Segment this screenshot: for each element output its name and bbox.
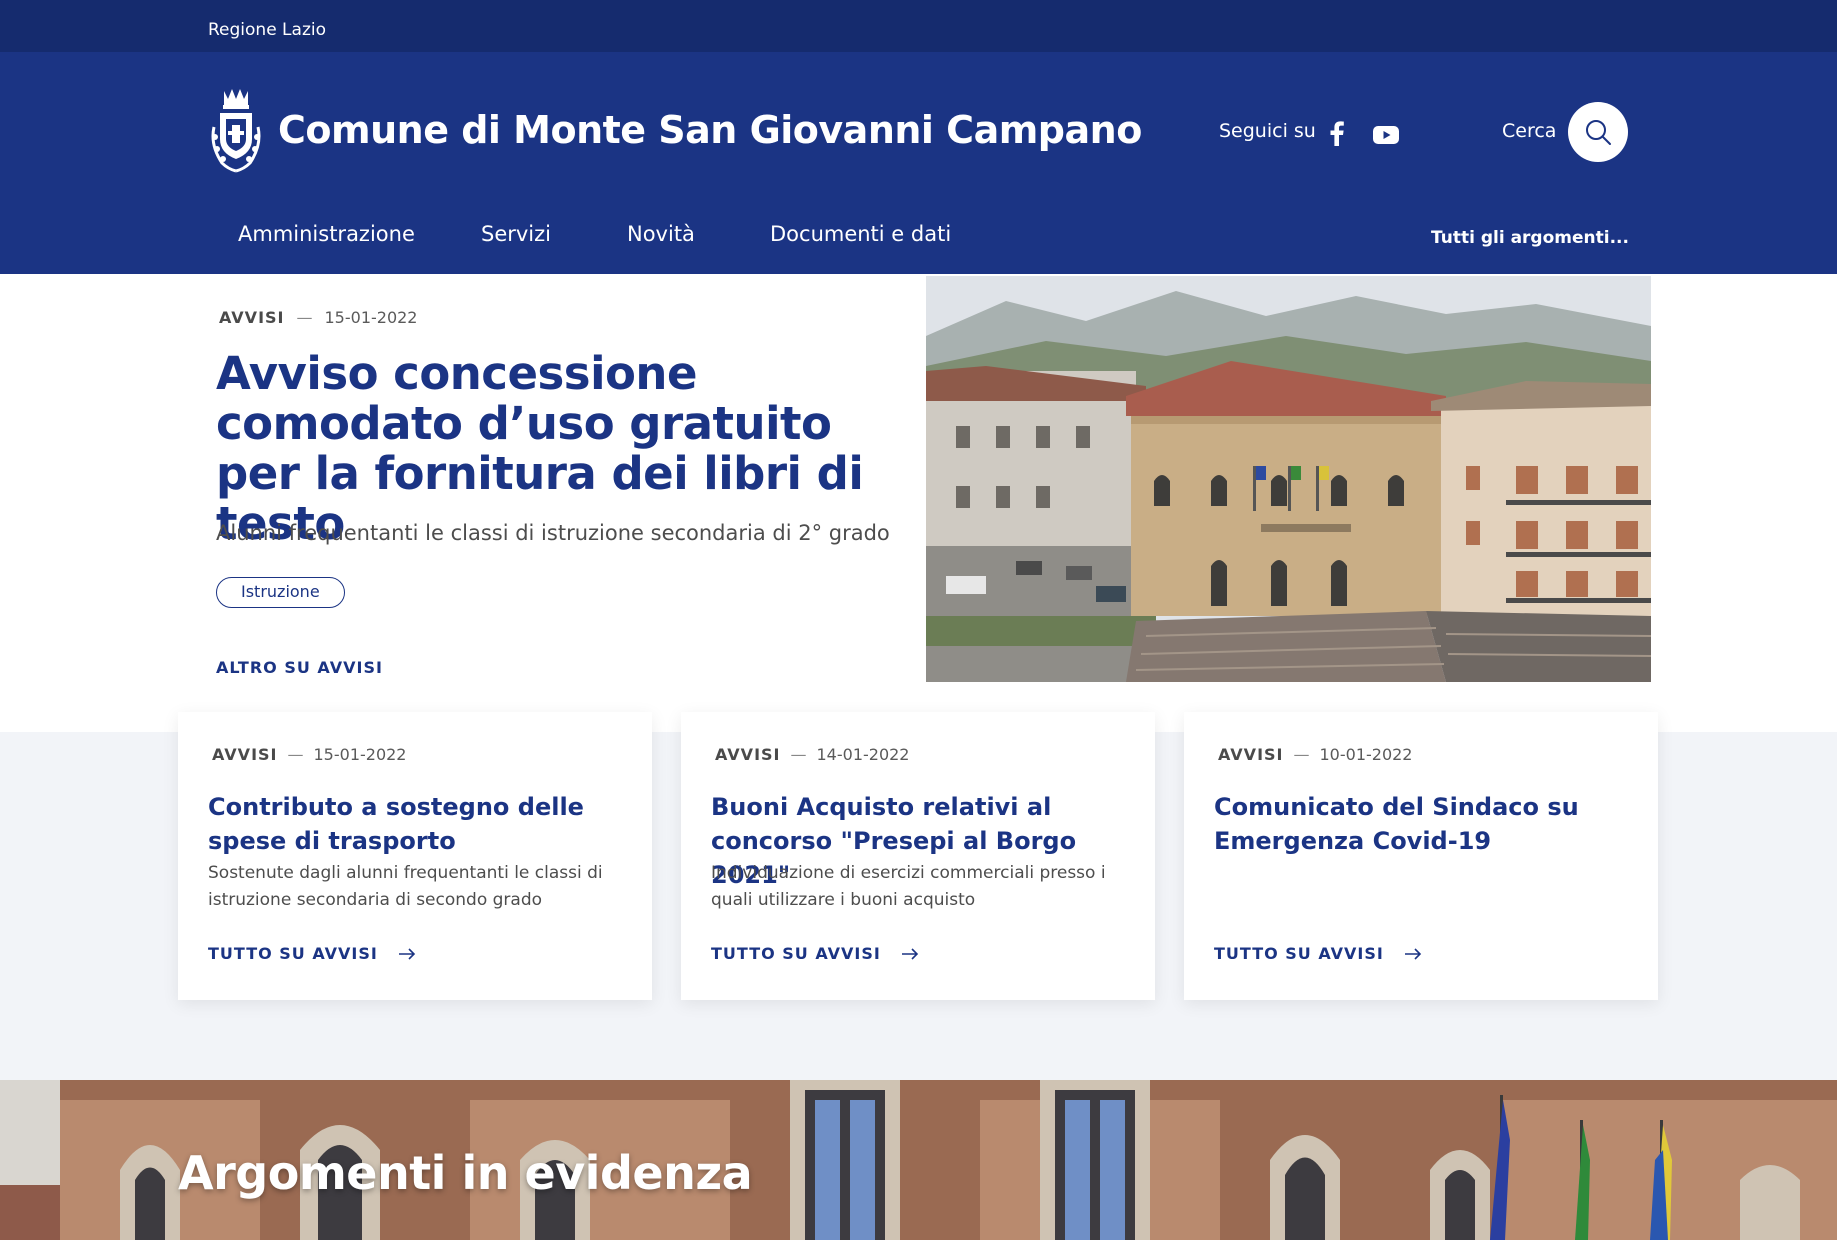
card-dash: —	[287, 745, 304, 764]
card-meta: AVVISI — 15-01-2022	[212, 745, 406, 764]
topic-chip-istruzione[interactable]: Istruzione	[216, 577, 345, 608]
hero-dash: —	[296, 308, 313, 327]
nav-item-amministrazione[interactable]: Amministrazione	[238, 222, 415, 246]
region-link[interactable]: Regione Lazio	[208, 20, 326, 40]
news-card[interactable]: AVVISI — 15-01-2022 Contributo a sostegno …	[178, 712, 652, 1000]
hero-category: AVVISI	[219, 308, 285, 327]
card-category: AVVISI	[715, 745, 781, 764]
card-link-label: TUTTO SU AVVISI	[1214, 944, 1384, 963]
card-title[interactable]: Contributo a sostegno delle spese di tra…	[208, 790, 628, 858]
card-description: Individuazione di esercizi commerciali p…	[711, 863, 1106, 910]
card-meta: AVVISI — 10-01-2022	[1218, 745, 1412, 764]
card-category: AVVISI	[1218, 745, 1284, 764]
featured-topics-title: Argomenti in evidenza	[178, 1146, 753, 1200]
arrow-right-icon	[901, 947, 918, 960]
card-all-avvisi-link[interactable]: TUTTO SU AVVISI	[208, 944, 416, 963]
arrow-right-icon	[398, 947, 415, 960]
hero-date: 15-01-2022	[324, 308, 418, 327]
site-title[interactable]: Comune di Monte San Giovanni Campano	[278, 108, 1142, 152]
card-title[interactable]: Comunicato del Sindaco su Emergenza Covi…	[1214, 790, 1634, 858]
card-category: AVVISI	[212, 745, 278, 764]
coat-of-arms-logo[interactable]	[208, 87, 264, 173]
site-header: Comune di Monte San Giovanni Campano Seg…	[0, 52, 1837, 274]
follow-us-label: Seguici su	[1219, 120, 1316, 142]
card-description: Sostenute dagli alunni frequentanti le c…	[208, 863, 603, 910]
card-link-label: TUTTO SU AVVISI	[208, 944, 378, 963]
card-date: 10-01-2022	[1319, 745, 1413, 764]
featured-topics-section: Argomenti in evidenza	[0, 1080, 1837, 1240]
card-date: 14-01-2022	[816, 745, 910, 764]
news-card[interactable]: AVVISI — 10-01-2022 Comunicato del Sindaco…	[1184, 712, 1658, 1000]
hero-section: AVVISI — 15-01-2022 Avviso concessione com…	[0, 274, 1837, 730]
card-all-avvisi-link[interactable]: TUTTO SU AVVISI	[1214, 944, 1422, 963]
news-card[interactable]: AVVISI —14-01-2022 Buoni Acquisto relativ…	[681, 712, 1155, 1000]
hero-meta: AVVISI — 15-01-2022	[219, 308, 417, 327]
town-hall-photo	[926, 276, 1651, 682]
search-label[interactable]: Cerca	[1502, 120, 1556, 142]
card-link-label: TUTTO SU AVVISI	[711, 944, 881, 963]
hero-title[interactable]: Avviso concessione comodato d’uso gratui…	[216, 349, 896, 549]
youtube-icon[interactable]	[1373, 122, 1399, 148]
nav-item-documenti-e-dati[interactable]: Documenti e dati	[770, 222, 951, 246]
top-bar: Regione Lazio	[0, 0, 1837, 52]
nav-item-novita[interactable]: Novità	[627, 222, 695, 246]
card-all-avvisi-link[interactable]: TUTTO SU AVVISI	[711, 944, 919, 963]
arrow-right-icon	[1404, 947, 1421, 960]
search-icon	[1586, 120, 1611, 145]
card-dash: —	[1293, 745, 1310, 764]
all-topics-link[interactable]: Tutti gli argomenti...	[1431, 228, 1629, 248]
more-on-avvisi-link[interactable]: ALTRO SU AVVISI	[216, 658, 383, 677]
card-meta: AVVISI — 14-01-2022	[715, 745, 909, 764]
search-button[interactable]	[1568, 102, 1628, 162]
hero-subtitle: Alunni frequentanti le classi di istruzi…	[216, 521, 890, 545]
nav-item-servizi[interactable]: Servizi	[481, 222, 551, 246]
card-dash: —	[790, 745, 807, 764]
card-date: 15-01-2022	[313, 745, 407, 764]
facebook-icon[interactable]	[1324, 120, 1350, 146]
